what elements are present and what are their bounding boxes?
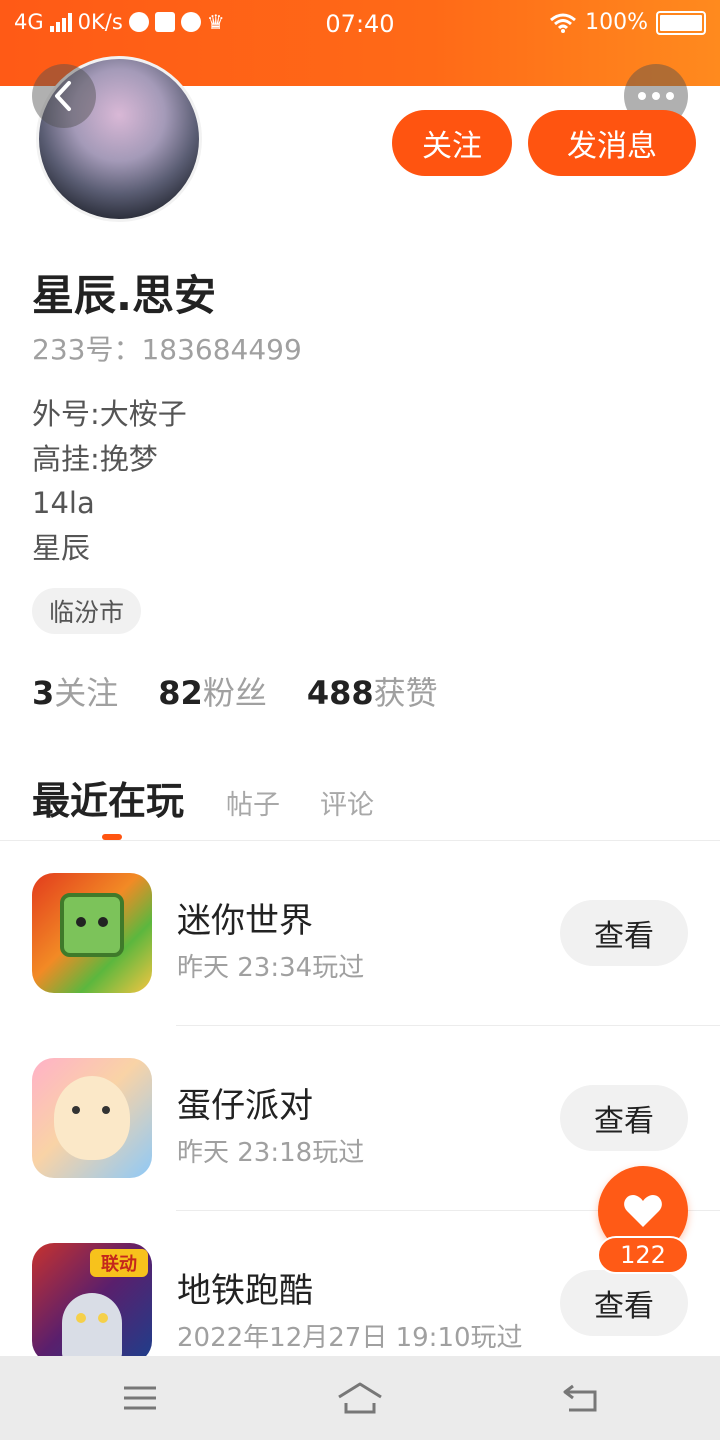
- profile-stats: 3关注 82粉丝 488获赞: [32, 668, 438, 714]
- user-id-label: 233号：: [32, 333, 142, 366]
- bio-line: 高挂:挽梦: [32, 441, 158, 476]
- stat-number: 3: [32, 674, 55, 712]
- battery-icon: [656, 10, 706, 35]
- menu-icon: [124, 1386, 156, 1410]
- user-id: 233号：183684499: [32, 328, 302, 368]
- game-icon: 联动: [32, 1243, 152, 1356]
- view-button[interactable]: 查看: [560, 900, 688, 966]
- stat-following[interactable]: 3关注: [32, 668, 118, 714]
- tab-comments[interactable]: 评论: [320, 783, 374, 822]
- tab-posts[interactable]: 帖子: [226, 783, 280, 822]
- like-count: 122: [597, 1236, 689, 1274]
- game-played-time: 昨天 23:18玩过: [177, 1138, 365, 1168]
- game-icon: [32, 873, 152, 993]
- back-button[interactable]: [32, 64, 96, 128]
- stat-label: 粉丝: [202, 674, 267, 712]
- nav-home-button[interactable]: [336, 1378, 384, 1418]
- follow-button[interactable]: 关注: [392, 110, 512, 176]
- bio-line: 星辰: [32, 530, 91, 565]
- user-id-value: 183684499: [141, 333, 302, 366]
- stat-label: 获赞: [373, 674, 438, 712]
- stat-label: 关注: [54, 674, 119, 712]
- system-nav-bar: [0, 1356, 720, 1440]
- view-button[interactable]: 查看: [560, 1085, 688, 1151]
- bio-line: 外号:大桉子: [32, 397, 187, 431]
- stat-likes[interactable]: 488获赞: [307, 668, 438, 714]
- status-right: 100%: [549, 10, 706, 35]
- chevron-left-icon: [55, 81, 71, 111]
- battery-label: 100%: [585, 10, 648, 35]
- tab-recently-played[interactable]: 最近在玩: [32, 770, 184, 825]
- more-dots-icon: [638, 92, 674, 100]
- wifi-icon: [550, 13, 577, 33]
- location-tag[interactable]: 临汾市: [32, 588, 142, 634]
- profile-name: 星辰.思安: [32, 271, 216, 320]
- game-icon: [32, 1058, 152, 1178]
- game-name: 地铁跑酷: [177, 1271, 313, 1311]
- profile-bio: 外号:大桉子 高挂:挽梦 14la 星辰: [32, 392, 187, 570]
- game-name: 迷你世界: [177, 901, 313, 941]
- home-icon: [338, 1382, 382, 1414]
- list-item[interactable]: 迷你世界 昨天 23:34玩过 查看: [0, 841, 720, 1026]
- stat-followers[interactable]: 82粉丝: [158, 668, 267, 714]
- heart-icon: [624, 1195, 662, 1227]
- game-name: 蛋仔派对: [177, 1086, 313, 1126]
- back-icon: [563, 1384, 597, 1412]
- send-message-button[interactable]: 发消息: [528, 110, 696, 176]
- bio-line: 14la: [32, 486, 95, 520]
- view-button[interactable]: 查看: [560, 1270, 688, 1336]
- game-played-time: 2022年12月27日 19:10玩过: [177, 1323, 523, 1353]
- collab-badge: 联动: [90, 1249, 148, 1277]
- nav-back-button[interactable]: [560, 1378, 600, 1418]
- stat-number: 82: [158, 674, 203, 712]
- nav-menu-button[interactable]: [120, 1378, 160, 1418]
- stat-number: 488: [306, 674, 374, 712]
- game-played-time: 昨天 23:34玩过: [177, 953, 365, 983]
- profile-tabs: 最近在玩 帖子 评论: [32, 770, 414, 825]
